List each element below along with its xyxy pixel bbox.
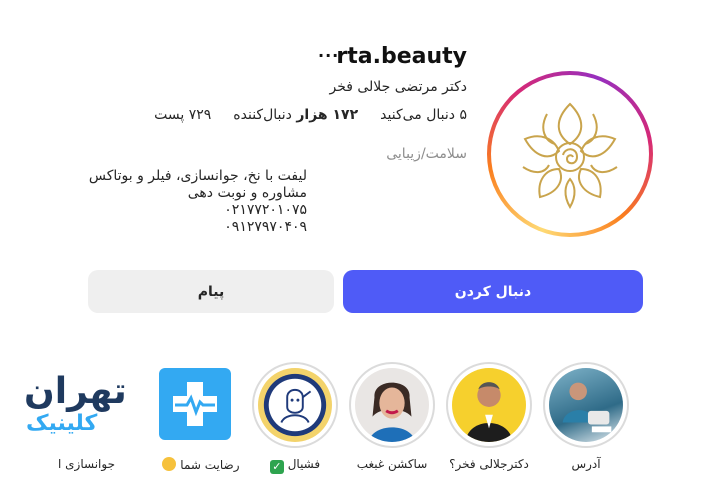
profile-username: rta.beauty — [336, 44, 467, 69]
profile-full-name: دکتر مرتضی جلالی فخر — [329, 79, 467, 95]
check-mark-icon: ✓ — [269, 460, 284, 474]
following-count[interactable]: ۵ دنبال می‌کنید — [380, 107, 467, 123]
profile-avatar[interactable] — [487, 71, 653, 237]
profile-bio: لیفت با نخ، جوانسازی، فیلر و بوتاکس مشاو… — [89, 168, 307, 236]
highlight-about-doctor-label: دکترجلالی فخر؟ — [449, 457, 529, 471]
highlight-chin-liposuction-label: ساکشن غبغب — [356, 457, 428, 471]
highlight-satisfaction-label: رضایت شما — [160, 457, 242, 472]
bio-phone[interactable]: ۰۹۱۲۷۹۷۰۴۰۹ — [89, 219, 307, 236]
gold-flower-logo-icon — [496, 80, 644, 228]
highlight-satisfaction-text: رضایت شما — [180, 458, 240, 472]
highlight-satisfaction[interactable] — [159, 368, 231, 440]
highlight-about-doctor[interactable] — [446, 362, 532, 448]
followers-label: دنبال‌کننده — [233, 107, 292, 123]
highlight-thumbnail — [355, 368, 429, 442]
medical-cross-icon — [173, 382, 217, 426]
bio-phone[interactable]: ۰۲۱۷۷۲۰۱۰۷۵ — [89, 202, 307, 219]
brand-title: تهران — [24, 371, 127, 412]
highlight-address-label: آدرس — [571, 457, 601, 471]
highlight-chin-liposuction[interactable] — [349, 362, 435, 448]
followers-count[interactable]: ۱۷۲ هزار دنبال‌کننده — [233, 107, 358, 123]
highlight-thumbnail — [258, 368, 332, 442]
profile-category: سلامت/زیبایی — [386, 146, 467, 162]
highlight-thumbnail — [452, 368, 526, 442]
follow-button[interactable]: دنبال کردن — [343, 270, 643, 313]
highlight-thumbnail — [549, 368, 623, 442]
highlight-address[interactable] — [543, 362, 629, 448]
bio-line: لیفت با نخ، جوانسازی، فیلر و بوتاکس — [88, 168, 307, 184]
more-options-icon[interactable]: ··· — [318, 46, 339, 65]
brand-subtitle: کلینیک — [26, 411, 98, 436]
smiling-face-icon — [162, 457, 177, 471]
posts-count[interactable]: ۷۲۹ پست — [154, 107, 211, 123]
highlight-facial-label: فشیال ✓ — [256, 457, 334, 474]
highlight-facial-text: فشیال — [287, 457, 321, 471]
message-button[interactable]: پیام — [88, 270, 334, 313]
bio-line: مشاوره و نوبت دهی — [187, 185, 307, 201]
avatar-border — [491, 75, 649, 233]
followers-number: ۱۷۲ هزار — [296, 107, 359, 123]
highlight-facial[interactable] — [252, 362, 338, 448]
highlight-rejuvenation-label: جوانسازی ا — [58, 457, 115, 471]
profile-stats: ۷۲۹ پست ۱۷۲ هزار دنبال‌کننده ۵ دنبال می‌… — [154, 107, 467, 123]
